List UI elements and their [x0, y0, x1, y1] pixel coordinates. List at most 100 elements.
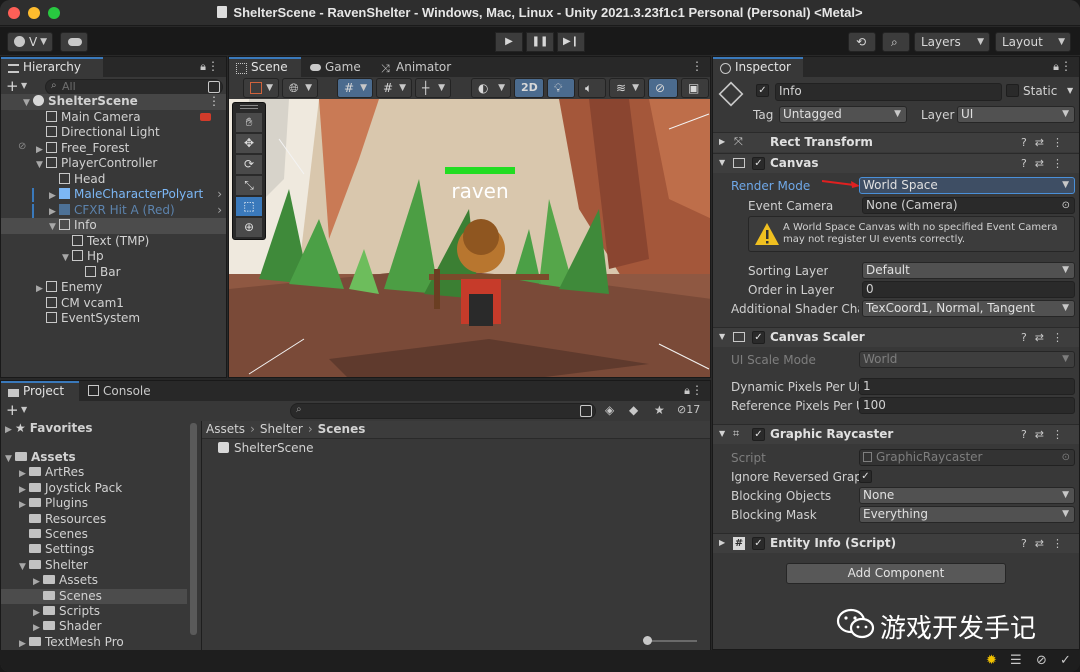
component-header-icons[interactable]: ?⇄⋮ [1021, 428, 1071, 441]
grid-snap-button[interactable]: # ▼ [337, 78, 373, 98]
effects-button[interactable]: ≋ ▼ [609, 78, 645, 98]
activity-icon[interactable]: ✹ [986, 653, 997, 668]
rotate-tool-button[interactable]: ⟳ [236, 155, 262, 174]
camera-settings-button[interactable]: ▣ [681, 78, 709, 98]
folder-tree-item[interactable]: ▶ Assets [1, 573, 187, 589]
chevron-down-icon[interactable]: ▼ [21, 81, 27, 90]
asset-item[interactable]: ShelterScene [202, 441, 710, 457]
project-search-input[interactable]: ⌕ [290, 403, 596, 419]
layer-dropdown[interactable]: UI ▼ [957, 106, 1075, 123]
preset-icon[interactable]: ⇄ [1035, 428, 1052, 441]
history-button[interactable]: ⟲ [848, 32, 876, 52]
more-options-icon[interactable]: ⋮ [1052, 537, 1071, 550]
chevron-down-icon[interactable]: ▼ [1067, 86, 1073, 95]
favorites-item[interactable]: ▶ ★ Favorites [1, 421, 199, 437]
more-options-icon[interactable]: ⋮ [1052, 331, 1071, 344]
layers-dropdown[interactable]: Layers ▼ [914, 32, 990, 52]
global-local-button[interactable]: 🌐︎ ▼ [282, 78, 318, 98]
open-prefab-icon[interactable]: › [217, 187, 222, 202]
add-icon[interactable]: + [6, 401, 19, 419]
layout-dropdown[interactable]: Layout ▼ [995, 32, 1071, 52]
help-icon[interactable]: ? [1021, 537, 1035, 550]
canvas-scaler-header[interactable]: ▼ ✓ Canvas Scaler ?⇄⋮ [713, 327, 1079, 347]
object-picker-icon[interactable]: ⊙ [1062, 198, 1070, 213]
help-icon[interactable]: ? [1021, 136, 1035, 149]
hierarchy-item[interactable]: Bar [1, 265, 226, 281]
icon-size-slider[interactable] [643, 636, 697, 645]
raycaster-enabled-checkbox[interactable]: ✓ [752, 428, 765, 441]
entity-info-enabled-checkbox[interactable]: ✓ [752, 537, 765, 550]
shading-mode-button[interactable]: ◐ ▼ [471, 78, 511, 98]
more-options-icon[interactable]: ⋮ [1052, 136, 1071, 149]
move-tool-button[interactable]: ✥ [236, 134, 262, 153]
folder-tree-item[interactable]: Resources [1, 512, 187, 528]
hierarchy-item[interactable]: ▶ Free_Forest [1, 141, 226, 157]
order-in-layer-field[interactable]: 0 [862, 281, 1075, 298]
lighting-toggle[interactable]: 💡︎ [547, 78, 575, 98]
label-icon[interactable]: ◆ [629, 403, 638, 417]
search-by-type-icon[interactable] [580, 405, 592, 417]
blocking-objects-dropdown[interactable]: None ▼ [859, 487, 1075, 504]
hierarchy-item[interactable]: ▶ CFXR Hit A (Red) › [1, 203, 226, 219]
folder-tree-item[interactable]: ▼ Shelter [1, 558, 187, 574]
tab-scene[interactable]: Scene [229, 57, 301, 77]
hidden-packages-toggle[interactable]: ⊘17 [677, 403, 700, 416]
lock-icon[interactable]: 🔒︎ [200, 60, 206, 74]
graphic-raycaster-header[interactable]: ▼ ⌗ ✓ Graphic Raycaster ?⇄⋮ [713, 424, 1079, 444]
search-button[interactable]: ⌕ [882, 32, 910, 52]
help-icon[interactable]: ? [1021, 428, 1035, 441]
blocking-mask-dropdown[interactable]: Everything ▼ [859, 506, 1075, 523]
increment-snap-button[interactable]: # ▼ [376, 78, 412, 98]
component-header-icons[interactable]: ?⇄⋮ [1021, 331, 1071, 344]
audio-toggle[interactable]: 🔈︎ [578, 78, 606, 98]
more-options-icon[interactable]: ⋮ [1052, 157, 1071, 170]
chevron-down-icon[interactable]: ▼ [21, 405, 27, 414]
more-options-icon[interactable]: ⋮ [208, 94, 220, 109]
sorting-layer-dropdown[interactable]: Default ▼ [862, 262, 1075, 279]
event-camera-field[interactable]: None (Camera) ⊙ [862, 197, 1075, 214]
more-options-icon[interactable]: ⋮ [691, 383, 703, 397]
render-mode-dropdown[interactable]: World Space ▼ [859, 177, 1075, 194]
preset-icon[interactable]: ⇄ [1035, 157, 1052, 170]
canvas-scaler-enabled-checkbox[interactable]: ✓ [752, 331, 765, 344]
rect-transform-header[interactable]: ▶ ⤧ Rect Transform ?⇄⋮ [713, 132, 1079, 152]
lock-icon[interactable]: 🔒︎ [684, 384, 690, 398]
canvas-enabled-checkbox[interactable]: ✓ [752, 157, 765, 170]
preset-icon[interactable]: ⇄ [1035, 331, 1052, 344]
folder-tree-item[interactable]: ▶ Plugins [1, 496, 187, 512]
folder-tree-item[interactable]: ▶ Shader [1, 619, 187, 635]
add-icon[interactable]: + [6, 77, 19, 95]
hierarchy-search-input[interactable]: ⌕ All [45, 79, 223, 95]
scene-picker-icon[interactable] [208, 81, 220, 93]
more-options-icon[interactable]: ⋮ [1052, 428, 1071, 441]
play-button[interactable]: ▶ [495, 32, 523, 52]
account-dropdown[interactable]: V ▼ [7, 32, 53, 52]
scale-tool-button[interactable]: ⤡ [236, 176, 262, 195]
preset-icon[interactable]: ⇄ [1035, 136, 1052, 149]
more-options-icon[interactable]: ⋮ [207, 59, 219, 73]
network-icon[interactable]: ⊘ [1036, 653, 1047, 668]
slider-handle[interactable] [643, 636, 652, 645]
step-button[interactable]: ▶❙ [557, 32, 585, 52]
hidden-objects-toggle[interactable]: ⊘ [648, 78, 678, 98]
hierarchy-item[interactable]: ▼ Info [1, 218, 226, 234]
help-icon[interactable]: ? [1021, 331, 1035, 344]
open-prefab-icon[interactable]: › [217, 203, 222, 218]
ignore-reversed-checkbox[interactable]: ✓ [859, 470, 872, 483]
favorite-icon[interactable]: ★ [654, 403, 665, 417]
tab-console[interactable]: Console [81, 381, 161, 401]
object-name-field[interactable]: Info [775, 83, 1002, 101]
component-header-icons[interactable]: ?⇄⋮ [1021, 157, 1071, 170]
ruler-button[interactable]: ┼ ▼ [415, 78, 451, 98]
hierarchy-scene-item[interactable]: ▼ ShelterScene ⋮ [1, 94, 226, 110]
dynamic-pixels-field[interactable]: 1 [859, 378, 1075, 395]
entity-info-header[interactable]: ▶ # ✓ Entity Info (Script) ?⇄⋮ [713, 533, 1079, 553]
filter-type-icon[interactable]: ◈ [605, 403, 614, 417]
tab-project[interactable]: Project [1, 381, 79, 401]
canvas-header[interactable]: ▼ ✓ Canvas ?⇄⋮ [713, 153, 1079, 173]
breadcrumb-item[interactable]: Scenes [318, 422, 366, 436]
scene-visibility-icon[interactable]: ⊘ [18, 141, 26, 152]
folder-tree-item[interactable]: ▶ TextMesh Pro [1, 635, 187, 651]
static-checkbox[interactable] [1006, 84, 1019, 97]
component-header-icons[interactable]: ?⇄⋮ [1021, 136, 1071, 149]
